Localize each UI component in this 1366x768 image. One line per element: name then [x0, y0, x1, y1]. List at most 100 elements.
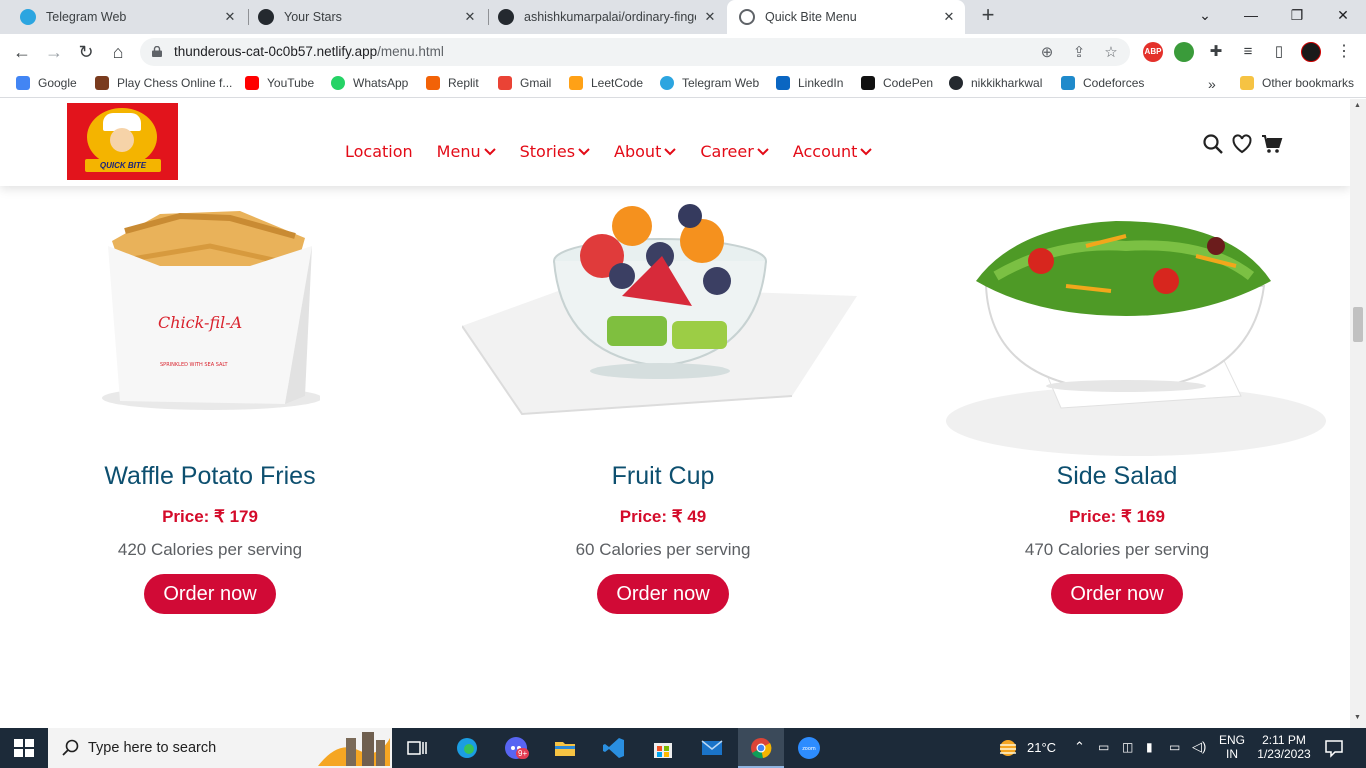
zoom-app-icon[interactable]: zoom — [797, 736, 821, 760]
tab-your-stars[interactable]: Your Stars ✕ — [250, 0, 486, 34]
site-logo[interactable]: QUICK BITE — [67, 103, 178, 180]
nav-account[interactable]: Account — [793, 142, 873, 161]
bookmark-label: Play Chess Online f... — [117, 76, 233, 90]
cart-icon[interactable] — [1261, 133, 1283, 155]
lang-top: ENG — [1218, 733, 1245, 747]
lock-icon[interactable] — [152, 46, 162, 57]
nav-location[interactable]: Location — [345, 142, 413, 161]
telegram-icon — [660, 76, 674, 90]
restore-button[interactable]: ❐ — [1274, 0, 1320, 30]
order-now-button[interactable]: Order now — [144, 574, 276, 614]
replit-icon — [426, 76, 440, 90]
nav-about[interactable]: About — [614, 142, 677, 161]
nav-menu[interactable]: Menu — [437, 142, 496, 161]
camera-icon[interactable]: ◫ — [1122, 740, 1133, 756]
waffle-fries-image: Chick-fil-A SPRINKLED WITH SEA SALT — [102, 211, 320, 410]
show-hidden-icons-chevron[interactable]: ⌃ — [1074, 739, 1085, 757]
close-tab-icon[interactable]: ✕ — [941, 9, 957, 25]
bookmark-youtube[interactable]: YouTube — [245, 76, 314, 90]
browser-tab-strip: Telegram Web ✕ Your Stars ✕ ashishkumarp… — [0, 0, 1366, 34]
bookmark-label: LeetCode — [591, 76, 644, 90]
puzzle-extensions-icon[interactable]: ✚ — [1204, 40, 1228, 64]
bookmark-label: Google — [38, 76, 77, 90]
close-tab-icon[interactable]: ✕ — [702, 9, 718, 25]
product-price: Price: ₹ 49 — [619, 507, 707, 526]
profile-avatar[interactable] — [1301, 42, 1321, 62]
tab-quick-bite-menu[interactable]: Quick Bite Menu ✕ — [727, 0, 965, 34]
github-icon — [498, 9, 514, 25]
close-window-button[interactable]: ✕ — [1320, 0, 1366, 30]
clock[interactable]: 2:11 PM 1/23/2023 — [1254, 728, 1314, 768]
heart-icon[interactable] — [1231, 133, 1253, 155]
search-icon[interactable] — [1202, 133, 1224, 155]
forward-button[interactable]: → — [42, 40, 66, 64]
scroll-down-arrow[interactable]: ▼ — [1354, 714, 1361, 721]
tab-telegram-web[interactable]: Telegram Web ✕ — [10, 0, 246, 34]
discord-icon[interactable]: 9+ — [504, 736, 530, 762]
tab-title: Telegram Web — [46, 10, 127, 24]
reload-button[interactable]: ↻ — [74, 40, 98, 64]
taskbar-search-box[interactable]: Type here to search — [48, 728, 392, 768]
nav-career[interactable]: Career — [700, 142, 769, 161]
bookmark-chess[interactable]: Play Chess Online f... — [95, 76, 232, 90]
github-icon — [949, 76, 963, 90]
other-bookmarks-folder[interactable]: Other bookmarks — [1240, 76, 1354, 90]
tab-github-repo[interactable]: ashishkumarpalai/ordinary-finge ✕ — [490, 0, 726, 34]
back-button[interactable]: ← — [10, 40, 34, 64]
chrome-taskbar-button[interactable] — [738, 728, 784, 768]
tab-search-icon[interactable]: ⌄ — [1182, 0, 1228, 30]
bookmark-github[interactable]: nikkikharkwal — [949, 76, 1042, 90]
bookmark-star-icon[interactable]: ☆ — [1102, 44, 1120, 62]
wifi-icon[interactable]: ▭ — [1169, 740, 1180, 756]
nav-label: Location — [345, 142, 413, 161]
minimize-button[interactable]: — — [1228, 0, 1274, 30]
new-tab-button[interactable]: + — [976, 4, 1000, 28]
bookmark-whatsapp[interactable]: WhatsApp — [331, 76, 408, 90]
svg-text:Chick-fil-A: Chick-fil-A — [158, 313, 242, 332]
vscode-icon[interactable] — [602, 736, 626, 760]
bookmark-telegram[interactable]: Telegram Web — [660, 76, 759, 90]
microphone-icon[interactable]: ▮ — [1146, 740, 1153, 756]
volume-icon[interactable]: ◁) — [1192, 739, 1206, 757]
scrollbar-thumb[interactable] — [1353, 307, 1363, 342]
bookmark-leetcode[interactable]: LeetCode — [569, 76, 643, 90]
bookmarks-overflow-button[interactable]: » — [1208, 76, 1216, 92]
menu-kebab-icon[interactable]: ⋮ — [1332, 40, 1356, 64]
order-now-button[interactable]: Order now — [1051, 574, 1183, 614]
scroll-up-arrow[interactable]: ▲ — [1354, 102, 1361, 109]
leetcode-icon — [569, 76, 583, 90]
language-indicator[interactable]: ENG IN — [1218, 728, 1246, 768]
task-view-icon[interactable] — [405, 736, 429, 760]
order-now-button[interactable]: Order now — [597, 574, 729, 614]
mail-icon[interactable] — [700, 736, 724, 760]
nav-stories[interactable]: Stories — [520, 142, 590, 161]
bookmark-codeforces[interactable]: Codeforces — [1061, 76, 1144, 90]
bookmark-google[interactable]: Google — [16, 76, 77, 90]
file-explorer-icon[interactable] — [553, 736, 577, 760]
bookmark-gmail[interactable]: Gmail — [498, 76, 551, 90]
edge-browser-icon[interactable] — [455, 736, 479, 760]
tab-title: Quick Bite Menu — [765, 10, 857, 24]
address-bar[interactable]: thunderous-cat-0c0b57.netlify.app/menu.h… — [140, 38, 1130, 66]
page-scrollbar[interactable]: ▲ ▼ — [1350, 99, 1366, 728]
close-tab-icon[interactable]: ✕ — [222, 9, 238, 25]
bookmark-codepen[interactable]: CodePen — [861, 76, 933, 90]
close-tab-icon[interactable]: ✕ — [462, 9, 478, 25]
windows-start-icon[interactable] — [12, 736, 36, 760]
adblock-extension-icon[interactable]: ABP — [1143, 42, 1163, 62]
microsoft-store-icon[interactable] — [651, 736, 675, 760]
zoom-icon[interactable]: ⊕ — [1038, 44, 1056, 62]
weather-icon[interactable] — [996, 728, 1026, 768]
media-icon[interactable]: ≡ — [1236, 40, 1260, 64]
extension-icon[interactable] — [1174, 42, 1194, 62]
bookmark-linkedin[interactable]: LinkedIn — [776, 76, 843, 90]
tab-divider — [248, 9, 249, 25]
bookmark-label: YouTube — [267, 76, 315, 90]
side-panel-icon[interactable]: ▯ — [1267, 40, 1291, 64]
network-device-icon[interactable]: ▭ — [1098, 740, 1109, 756]
google-icon — [16, 76, 30, 90]
bookmark-replit[interactable]: Replit — [426, 76, 479, 90]
home-button[interactable]: ⌂ — [106, 40, 130, 64]
share-icon[interactable]: ⇪ — [1070, 44, 1088, 62]
notifications-icon[interactable] — [1322, 736, 1346, 760]
